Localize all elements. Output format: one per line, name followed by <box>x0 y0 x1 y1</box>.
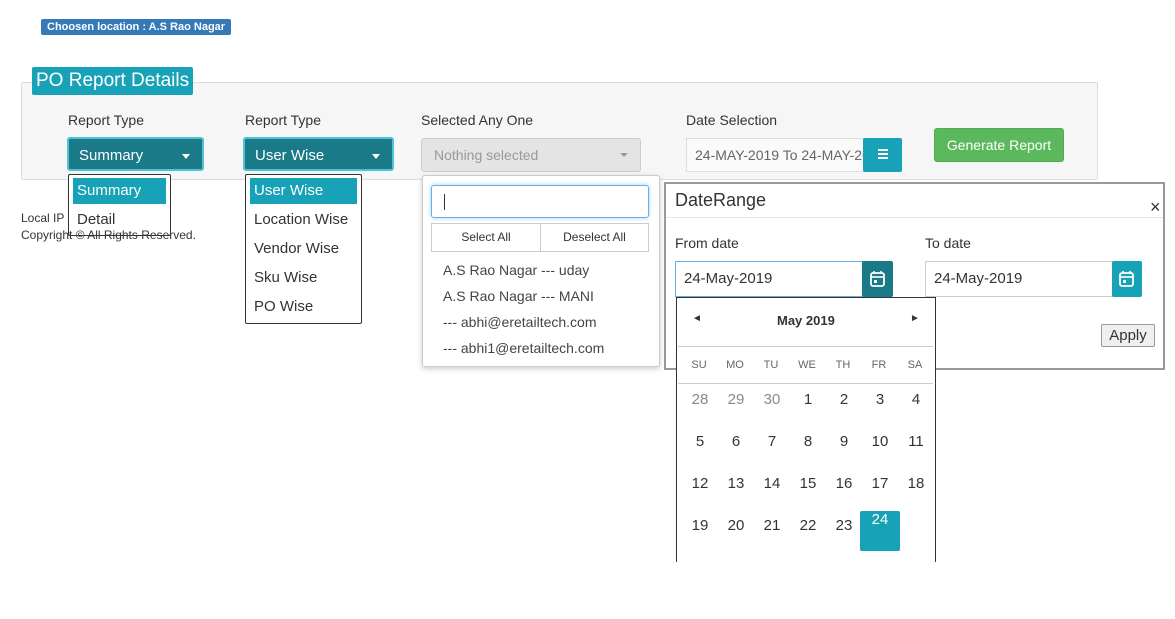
deselect-all-button[interactable]: Deselect All <box>540 223 649 252</box>
calendar-day[interactable]: 21 <box>754 516 790 536</box>
calendar-day[interactable]: 9 <box>826 432 862 452</box>
weekday-header: SA <box>907 359 923 371</box>
multiselect-option[interactable]: A.S Rao Nagar --- uday <box>443 262 589 278</box>
from-date-input[interactable]: 24-May-2019 <box>675 261 864 297</box>
copyright-text: Copyright © All Rights Reserved. <box>21 228 196 242</box>
local-ip-text: Local IP <box>21 211 65 225</box>
calendar-day[interactable]: 30 <box>754 390 790 410</box>
calendar-day[interactable]: 13 <box>718 474 754 494</box>
report-type2-option-location-wise[interactable]: Location Wise <box>250 207 357 233</box>
multiselect-option[interactable]: --- abhi1@eretailtech.com <box>443 340 604 356</box>
report-type2-option-user-wise[interactable]: User Wise <box>250 178 357 204</box>
report-type-option-summary[interactable]: Summary <box>73 178 166 204</box>
calendar-icon <box>1119 271 1134 287</box>
selected-any-one-label: Selected Any One <box>421 112 534 128</box>
calendar-day[interactable]: 1 <box>790 390 826 410</box>
divider <box>678 346 933 347</box>
calendar-day[interactable]: 4 <box>898 390 934 410</box>
calendar-day[interactable]: 10 <box>862 432 898 452</box>
to-date-calendar-button[interactable] <box>1112 261 1142 297</box>
report-type-dropdown: Summary Detail <box>68 174 171 236</box>
calendar-day[interactable]: 12 <box>682 474 718 494</box>
date-selection-input[interactable]: 24-MAY-2019 To 24-MAY-2019 <box>686 138 866 172</box>
calendar-day-selected[interactable]: 24 <box>862 510 898 530</box>
report-type-value: Summary <box>79 147 144 164</box>
weekday-header: TH <box>835 359 851 371</box>
calendar-day[interactable]: 8 <box>790 432 826 452</box>
calendar-day[interactable]: 7 <box>754 432 790 452</box>
report-type2-value: User Wise <box>255 147 325 164</box>
caret-down-icon <box>620 153 628 157</box>
report-type2-option-vendor-wise[interactable]: Vendor Wise <box>250 236 357 262</box>
calendar-month-title[interactable]: May 2019 <box>777 313 835 328</box>
report-type2-option-po-wise[interactable]: PO Wise <box>250 294 357 320</box>
calendar-day[interactable]: 20 <box>718 516 754 536</box>
weekday-header: TU <box>763 359 779 371</box>
divider <box>678 383 933 384</box>
multiselect-dropdown: Select All Deselect All A.S Rao Nagar --… <box>422 175 660 367</box>
report-type2-label: Report Type <box>245 112 322 128</box>
calendar-day[interactable]: 22 <box>790 516 826 536</box>
caret-down-icon <box>182 154 190 159</box>
calendar-day[interactable]: 3 <box>862 390 898 410</box>
next-month-icon[interactable]: ► <box>910 313 920 324</box>
calendar-day[interactable]: 23 <box>826 516 862 536</box>
from-date-calendar-button[interactable] <box>862 261 893 297</box>
weekday-header: WE <box>798 359 816 371</box>
calendar-day[interactable]: 29 <box>718 390 754 410</box>
multiselect-option[interactable]: A.S Rao Nagar --- MANI <box>443 288 594 304</box>
weekday-header: SU <box>691 359 707 371</box>
caret-down-icon <box>372 154 380 159</box>
calendar-day[interactable]: 15 <box>790 474 826 494</box>
calendar-icon <box>870 271 885 287</box>
calendar-day[interactable]: 19 <box>682 516 718 536</box>
selected-any-one-select[interactable]: Nothing selected <box>421 138 641 172</box>
date-menu-button[interactable] <box>863 138 902 172</box>
from-date-label: From date <box>675 235 739 251</box>
to-date-label: To date <box>925 235 971 251</box>
report-type2-dropdown: User Wise Location Wise Vendor Wise Sku … <box>245 174 362 324</box>
select-all-button[interactable]: Select All <box>431 223 541 252</box>
calendar-day[interactable]: 28 <box>682 390 718 410</box>
weekday-header: MO <box>726 359 744 371</box>
calendar-day[interactable]: 5 <box>682 432 718 452</box>
calendar-day[interactable]: 18 <box>898 474 934 494</box>
report-type-select[interactable]: Summary <box>67 137 204 171</box>
calendar-day[interactable]: 16 <box>826 474 862 494</box>
prev-month-icon[interactable]: ◄ <box>692 313 702 324</box>
divider <box>666 217 1163 218</box>
calendar-day[interactable]: 2 <box>826 390 862 410</box>
hamburger-icon <box>878 149 888 159</box>
report-type2-select[interactable]: User Wise <box>243 137 394 171</box>
multiselect-search-input[interactable] <box>431 185 649 218</box>
calendar-day[interactable]: 14 <box>754 474 790 494</box>
weekday-header: FR <box>871 359 887 371</box>
location-badge: Choosen location : A.S Rao Nagar <box>41 19 232 35</box>
text-cursor <box>444 194 445 210</box>
generate-report-button[interactable]: Generate Report <box>934 128 1064 162</box>
report-type2-option-sku-wise[interactable]: Sku Wise <box>250 265 357 291</box>
calendar-day[interactable]: 17 <box>862 474 898 494</box>
close-icon[interactable]: × <box>1150 197 1161 218</box>
apply-button[interactable]: Apply <box>1101 324 1155 347</box>
calendar-day[interactable]: 6 <box>718 432 754 452</box>
panel-title: PO Report Details <box>32 67 194 95</box>
daterange-title: DateRange <box>675 190 767 210</box>
calendar-day[interactable]: 11 <box>898 432 934 452</box>
to-date-input[interactable]: 24-May-2019 <box>925 261 1114 297</box>
report-type-label: Report Type <box>68 112 145 128</box>
multiselect-option[interactable]: --- abhi@eretailtech.com <box>443 314 597 330</box>
multiselect-placeholder: Nothing selected <box>434 147 539 163</box>
date-selection-label: Date Selection <box>686 112 778 128</box>
